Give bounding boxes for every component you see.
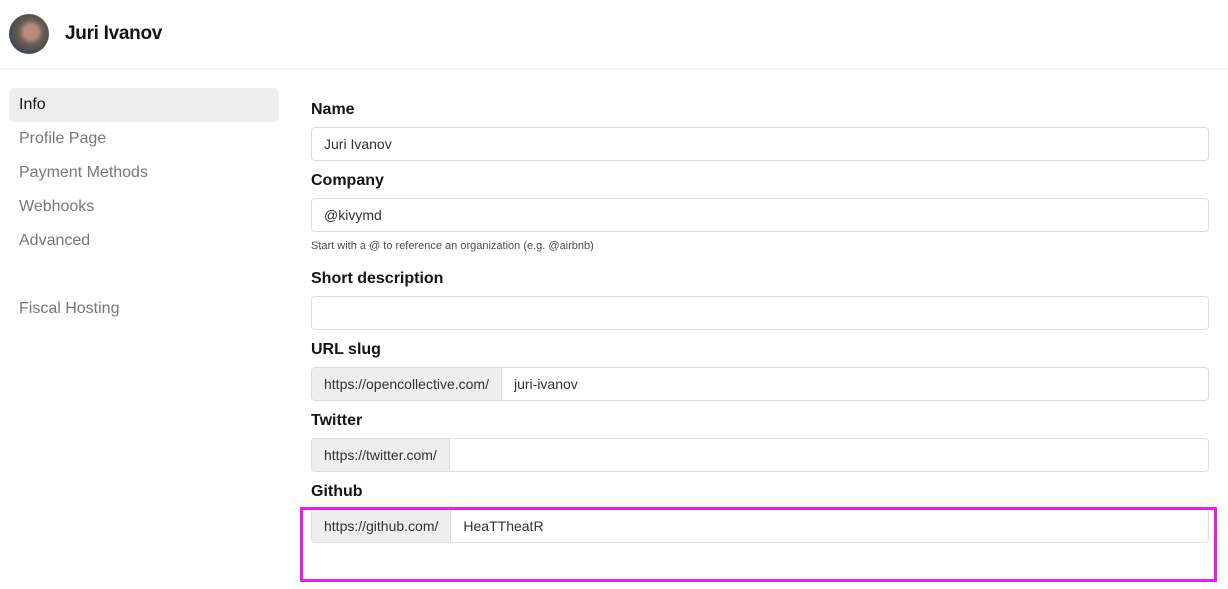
url-slug-field[interactable]	[501, 368, 1208, 400]
sidebar-item-fiscal-hosting[interactable]: Fiscal Hosting	[9, 292, 279, 326]
short-description-field[interactable]	[311, 296, 1209, 330]
short-description-label: Short description	[311, 270, 444, 287]
sidebar-item-advanced[interactable]: Advanced	[9, 224, 279, 258]
github-group: https://github.com/	[311, 509, 1209, 543]
avatar[interactable]	[9, 14, 49, 54]
top-bar: Juri Ivanov	[0, 0, 1228, 69]
company-label: Company	[311, 172, 384, 189]
twitter-label: Twitter	[311, 412, 363, 429]
profile-name: Juri Ivanov	[65, 23, 163, 44]
info-form: Name Company Start with a @ to reference…	[311, 100, 1209, 543]
github-field[interactable]	[451, 510, 1208, 542]
settings-sidebar: Info Profile Page Payment Methods Webhoo…	[9, 88, 279, 326]
url-slug-group: https://opencollective.com/	[311, 367, 1209, 401]
url-slug-prefix: https://opencollective.com/	[312, 368, 502, 400]
sidebar-item-info[interactable]: Info	[9, 88, 279, 122]
url-slug-label: URL slug	[311, 341, 381, 358]
sidebar-item-profile-page[interactable]: Profile Page	[9, 122, 279, 156]
name-field[interactable]	[311, 127, 1209, 161]
github-prefix: https://github.com/	[312, 510, 452, 542]
name-label: Name	[311, 101, 355, 118]
company-help-text: Start with a @ to reference an organizat…	[311, 240, 594, 252]
github-label: Github	[311, 483, 363, 500]
sidebar-divider	[9, 258, 279, 292]
company-field[interactable]	[311, 198, 1209, 232]
twitter-field[interactable]	[449, 439, 1208, 471]
sidebar-item-webhooks[interactable]: Webhooks	[9, 190, 279, 224]
sidebar-item-payment-methods[interactable]: Payment Methods	[9, 156, 279, 190]
twitter-group: https://twitter.com/	[311, 438, 1209, 472]
twitter-prefix: https://twitter.com/	[312, 439, 450, 471]
